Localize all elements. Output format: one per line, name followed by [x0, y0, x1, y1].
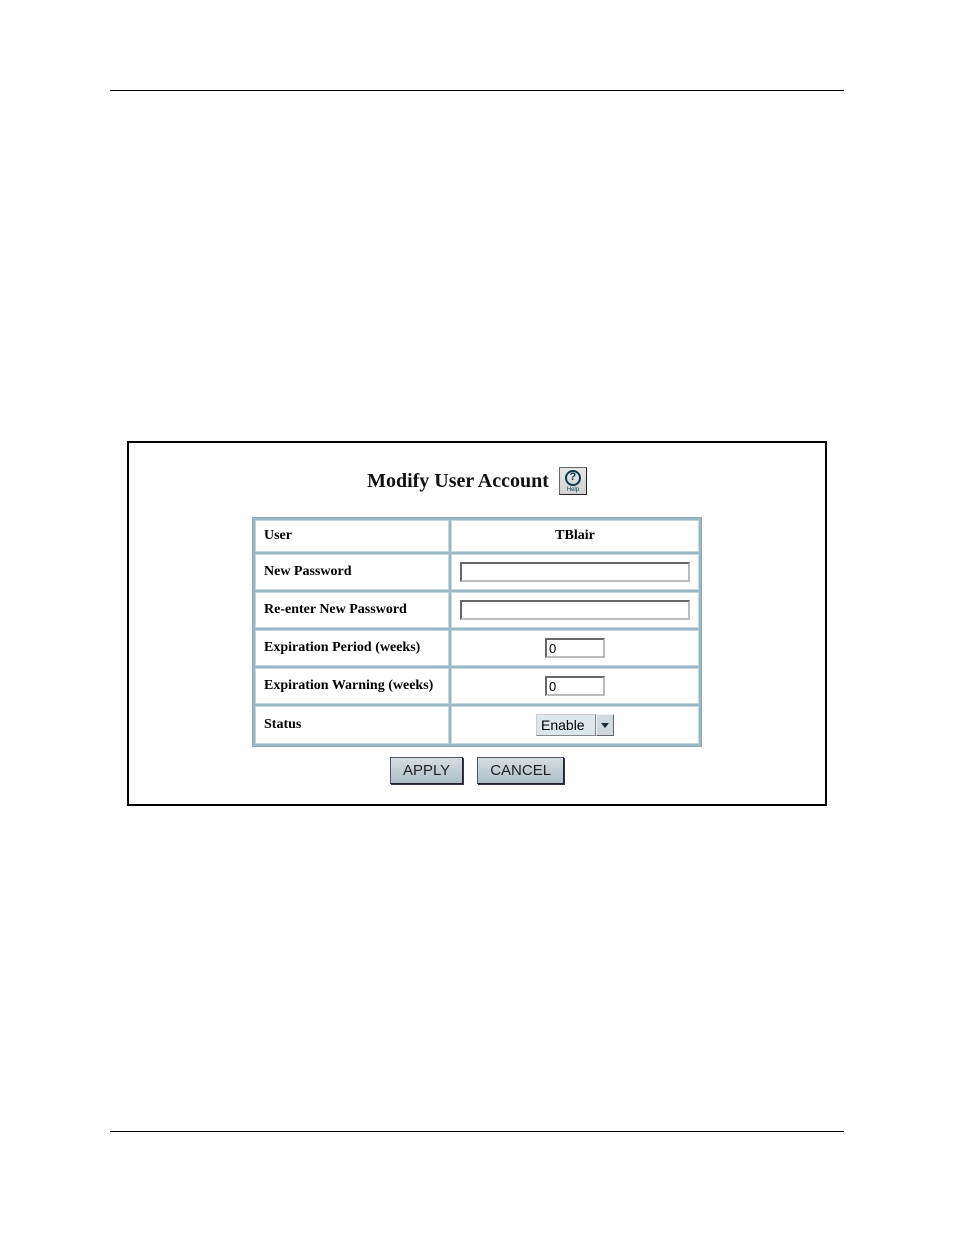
- label-expiration-warning: Expiration Warning (weeks): [255, 668, 449, 704]
- help-button[interactable]: ? Help: [559, 467, 587, 495]
- row-reenter-password: Re-enter New Password: [255, 592, 699, 628]
- chevron-down-icon[interactable]: [596, 714, 614, 736]
- row-expiration-period: Expiration Period (weeks): [255, 630, 699, 666]
- panel-title: Modify User Account: [367, 470, 549, 493]
- form-table: User TBlair New Password Re-enter New Pa…: [252, 517, 702, 747]
- label-status: Status: [255, 706, 449, 744]
- label-new-password: New Password: [255, 554, 449, 590]
- top-divider: [110, 90, 844, 91]
- button-row: APPLY CANCEL: [149, 757, 805, 784]
- row-status: Status: [255, 706, 699, 744]
- expiration-warning-input[interactable]: [545, 676, 605, 696]
- row-expiration-warning: Expiration Warning (weeks): [255, 668, 699, 704]
- help-button-label: Help: [567, 487, 579, 493]
- panel-title-row: Modify User Account ? Help: [149, 467, 805, 495]
- expiration-period-input[interactable]: [545, 638, 605, 658]
- label-user: User: [255, 520, 449, 552]
- modify-user-account-panel: Modify User Account ? Help User TBlair N…: [127, 441, 827, 806]
- new-password-input[interactable]: [460, 562, 690, 582]
- reenter-password-input[interactable]: [460, 600, 690, 620]
- cancel-button[interactable]: CANCEL: [477, 757, 564, 784]
- label-reenter-password: Re-enter New Password: [255, 592, 449, 628]
- label-expiration-period: Expiration Period (weeks): [255, 630, 449, 666]
- row-user: User TBlair: [255, 520, 699, 552]
- bottom-divider: [110, 1131, 844, 1132]
- status-select[interactable]: [536, 714, 596, 736]
- row-new-password: New Password: [255, 554, 699, 590]
- value-user: TBlair: [451, 520, 699, 552]
- apply-button[interactable]: APPLY: [390, 757, 463, 784]
- help-icon: ?: [565, 470, 581, 486]
